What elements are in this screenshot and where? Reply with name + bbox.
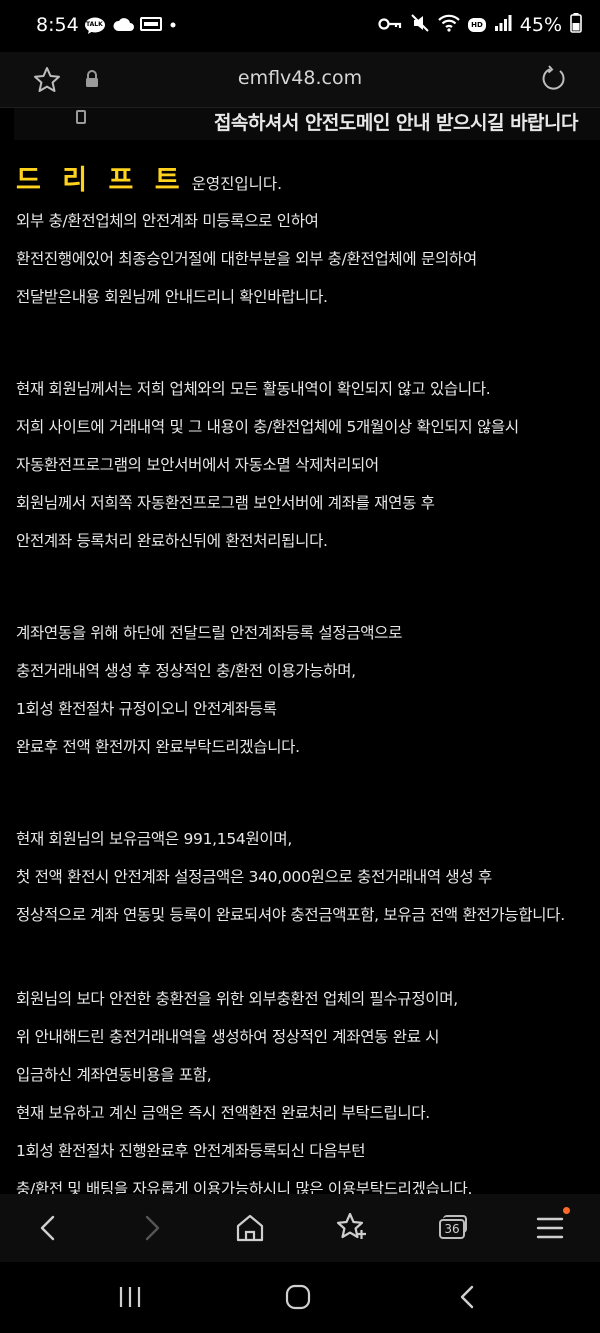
browser-toolbar: 36 [0,1194,600,1262]
wifi-icon [438,14,460,36]
battery-percent: 45% [519,14,562,36]
menu-notification-dot [563,1207,570,1214]
hd-label: HD [468,18,486,32]
talk-icon: TALK [84,17,106,35]
status-right-icons: HD 45% [378,13,582,37]
key-icon [378,16,402,35]
browser-url-bar: emflv48.com [0,52,600,108]
system-navigation-bar [0,1262,600,1333]
notification-badge-icon [140,16,162,36]
text-line: 충전거래내역 생성 후 정상적인 충/환전 이용가능하며, [16,662,356,680]
text-line: 안전계좌 등록처리 완료하신뒤에 환전처리됩니다. [16,532,328,550]
cloud-icon [112,16,134,36]
battery-icon [570,13,582,37]
paragraph: 계좌연동을 위해 하단에 전달드릴 안전계좌등록 설정금액으로 충전거래내역 생… [16,614,588,766]
paragraph: 현재 회원님의 보유금액은 991,154원이며, 첫 전액 환전시 안전계좌 … [16,820,588,934]
paragraph: 회원님의 보다 안전한 충환전을 위한 외부충환전 업체의 필수규정이며, 위 … [16,980,588,1194]
mute-icon [410,13,430,37]
tabs-icon[interactable]: 36 [433,1211,467,1245]
menu-icon[interactable] [534,1207,570,1245]
text-line: 위 안내해드린 충전거래내역을 생성하여 정상적인 계좌연동 완료 시 [16,1028,440,1046]
status-bar: 8:54 TALK HD 45% [0,0,600,52]
tab-count: 36 [439,1219,465,1239]
back-button-icon[interactable] [454,1284,482,1314]
home-button-icon[interactable] [284,1284,312,1314]
back-icon[interactable] [32,1211,66,1245]
hd-voice-icon: HD [468,18,486,32]
text-line: 입금하신 계좌연동비용을 포함, [16,1066,212,1084]
text-line: 계좌연동을 위해 하단에 전달드릴 안전계좌등록 설정금액으로 [16,624,403,642]
brand-name: 드 리 프 트 [16,165,186,196]
text-line: 완료후 전액 환전까지 완료부탁드리겠습니다. [16,738,300,756]
notice-article: 드 리 프 트 운영진입니다. 외부 충/환전업체의 안전계좌 미등록으로 인하… [16,158,588,1194]
text-line: 정상적으로 계좌 연동및 등록이 완료되셔야 충전금액포함, 보유금 전액 환전… [16,906,565,924]
text-line: 첫 전액 환전시 안전계좌 설정금액은 340,000원으로 충전거래내역 생성… [16,868,492,886]
text-line: 현재 보유하고 계신 금액은 즉시 전액환전 완료처리 부탁드립니다. [16,1104,430,1122]
paragraph: 현재 회원님께서는 저희 업체와의 모든 활동내역이 확인되지 않고 있습니다.… [16,370,588,560]
text-line: 충/환전 및 배팅을 자유롭게 이용가능하시니 많은 이용부탁드리겠습니다. [16,1180,473,1194]
reload-icon[interactable] [538,64,568,98]
text-line: 외부 충/환전업체의 안전계좌 미등록으로 인하여 [16,212,319,230]
text-line: 자동환전프로그램의 보안서버에서 자동소멸 삭제처리되어 [16,456,379,474]
dot-icon [168,16,178,36]
home-icon[interactable] [233,1211,267,1245]
paragraph: 외부 충/환전업체의 안전계좌 미등록으로 인하여 환전진행에있어 최종승인거절… [16,202,588,316]
status-time: 8:54 [36,14,79,36]
notice-heading: 드 리 프 트 운영진입니다. [16,158,588,196]
text-line: 1회성 환전절차 진행완료후 안전계좌등록되신 다음부턴 [16,1142,366,1160]
talk-badge-text: TALK [86,21,103,28]
text-line: 회원님께서 저희쪽 자동환전프로그램 보안서버에 계좌를 재연동 후 [16,494,435,512]
phone-icon [76,110,86,124]
status-left-icons: TALK [84,16,178,36]
bookmark-icon[interactable] [334,1211,368,1245]
text-line: 환전진행에있어 최종승인거절에 대한부분을 외부 충/환전업체에 문의하여 [16,250,477,268]
text-line: 현재 회원님의 보유금액은 991,154원이며, [16,830,292,848]
brand-suffix: 운영진입니다. [191,175,283,193]
text-line: 회원님의 보다 안전한 충환전을 위한 외부충환전 업체의 필수규정이며, [16,990,458,1008]
text-line: 1회성 환전절차 규정이오니 안전계좌등록 [16,700,277,718]
recents-icon[interactable] [116,1284,144,1314]
forward-icon[interactable] [134,1211,168,1245]
text-line: 전달받은내용 회원님께 안내드리니 확인바랍니다. [16,288,328,306]
banner-text: 접속하셔서 안전도메인 안내 받으시길 바랍니다 [213,112,579,134]
top-banner: 접속하셔서 안전도메인 안내 받으시길 바랍니다 [14,108,600,140]
page-content: 접속하셔서 안전도메인 안내 받으시길 바랍니다 드 리 프 트 운영진입니다.… [0,108,600,1194]
url-text[interactable]: emflv48.com [0,67,600,89]
signal-icon [494,15,512,35]
text-line: 저희 사이트에 거래내역 및 그 내용이 충/환전업체에 5개월이상 확인되지 … [16,418,519,436]
text-line: 현재 회원님께서는 저희 업체와의 모든 활동내역이 확인되지 않고 있습니다. [16,380,491,398]
